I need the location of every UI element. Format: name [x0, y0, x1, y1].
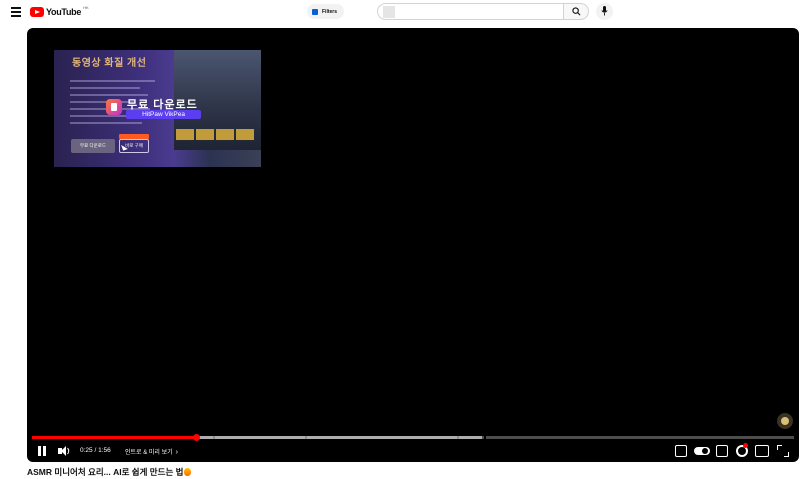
fullscreen-button[interactable]: [777, 445, 789, 457]
progress-bar[interactable]: [32, 434, 794, 441]
filters-label: Filters: [322, 8, 338, 15]
video-player[interactable]: 동영상 화질 개선 무료 다운로드 HitPaw VikPea 무료 다운로드 …: [27, 28, 799, 462]
youtube-play-icon: [30, 7, 44, 17]
ad-brand: HitPaw VikPea: [126, 110, 201, 119]
ad-title: 동영상 화질 개선: [72, 58, 147, 69]
fire-emoji-icon: [184, 468, 192, 476]
player-controls: 0:25 / 1:56 인트로 & 미리 보기 ›: [27, 440, 799, 462]
search-button[interactable]: [564, 3, 589, 20]
ad-download-button[interactable]: 무료 다운로드: [71, 139, 115, 153]
video-title: ASMR 미니어처 요리... AI로 쉽게 만드는 법: [27, 466, 192, 478]
ad-sample-thumbnails: [176, 129, 256, 140]
pause-button[interactable]: [35, 444, 49, 458]
ad-overlay[interactable]: 동영상 화질 개선 무료 다운로드 HitPaw VikPea 무료 다운로드 …: [54, 50, 261, 167]
top-header: YouTube HK Filters: [0, 0, 800, 26]
chapter-segment: [486, 436, 794, 439]
played-bar: [32, 436, 197, 439]
miniplayer-button[interactable]: [675, 445, 687, 457]
youtube-logo[interactable]: YouTube HK: [30, 5, 89, 18]
volume-button[interactable]: [56, 444, 70, 458]
region-code: HK: [83, 5, 89, 10]
channel-watermark[interactable]: [777, 413, 793, 429]
volume-waves-icon: [67, 447, 70, 455]
search-input[interactable]: [377, 3, 564, 20]
chevron-right-icon: ›: [175, 449, 178, 456]
microphone-icon: [601, 6, 608, 16]
time-display: 0:25 / 1:56: [80, 447, 111, 454]
chapter-title: 인트로 & 미리 보기: [125, 450, 173, 456]
filters-button[interactable]: Filters: [307, 4, 344, 19]
chapter-title-button[interactable]: 인트로 & 미리 보기 ›: [125, 447, 178, 456]
settings-hd-badge: [743, 443, 748, 448]
subtitles-button[interactable]: [716, 445, 728, 457]
autoplay-toggle[interactable]: [694, 447, 710, 455]
search-icon: [572, 7, 581, 16]
logo-text: YouTube: [46, 7, 82, 17]
filters-icon: [312, 8, 318, 15]
search-thumbnail: [383, 6, 395, 18]
video-title-text: ASMR 미니어처 요리... AI로 쉽게 만드는 법: [27, 467, 184, 477]
hitpaw-logo-icon: [106, 99, 122, 115]
hamburger-menu-icon[interactable]: [11, 7, 21, 17]
theater-mode-button[interactable]: [755, 445, 769, 457]
voice-search-button[interactable]: [596, 3, 613, 20]
